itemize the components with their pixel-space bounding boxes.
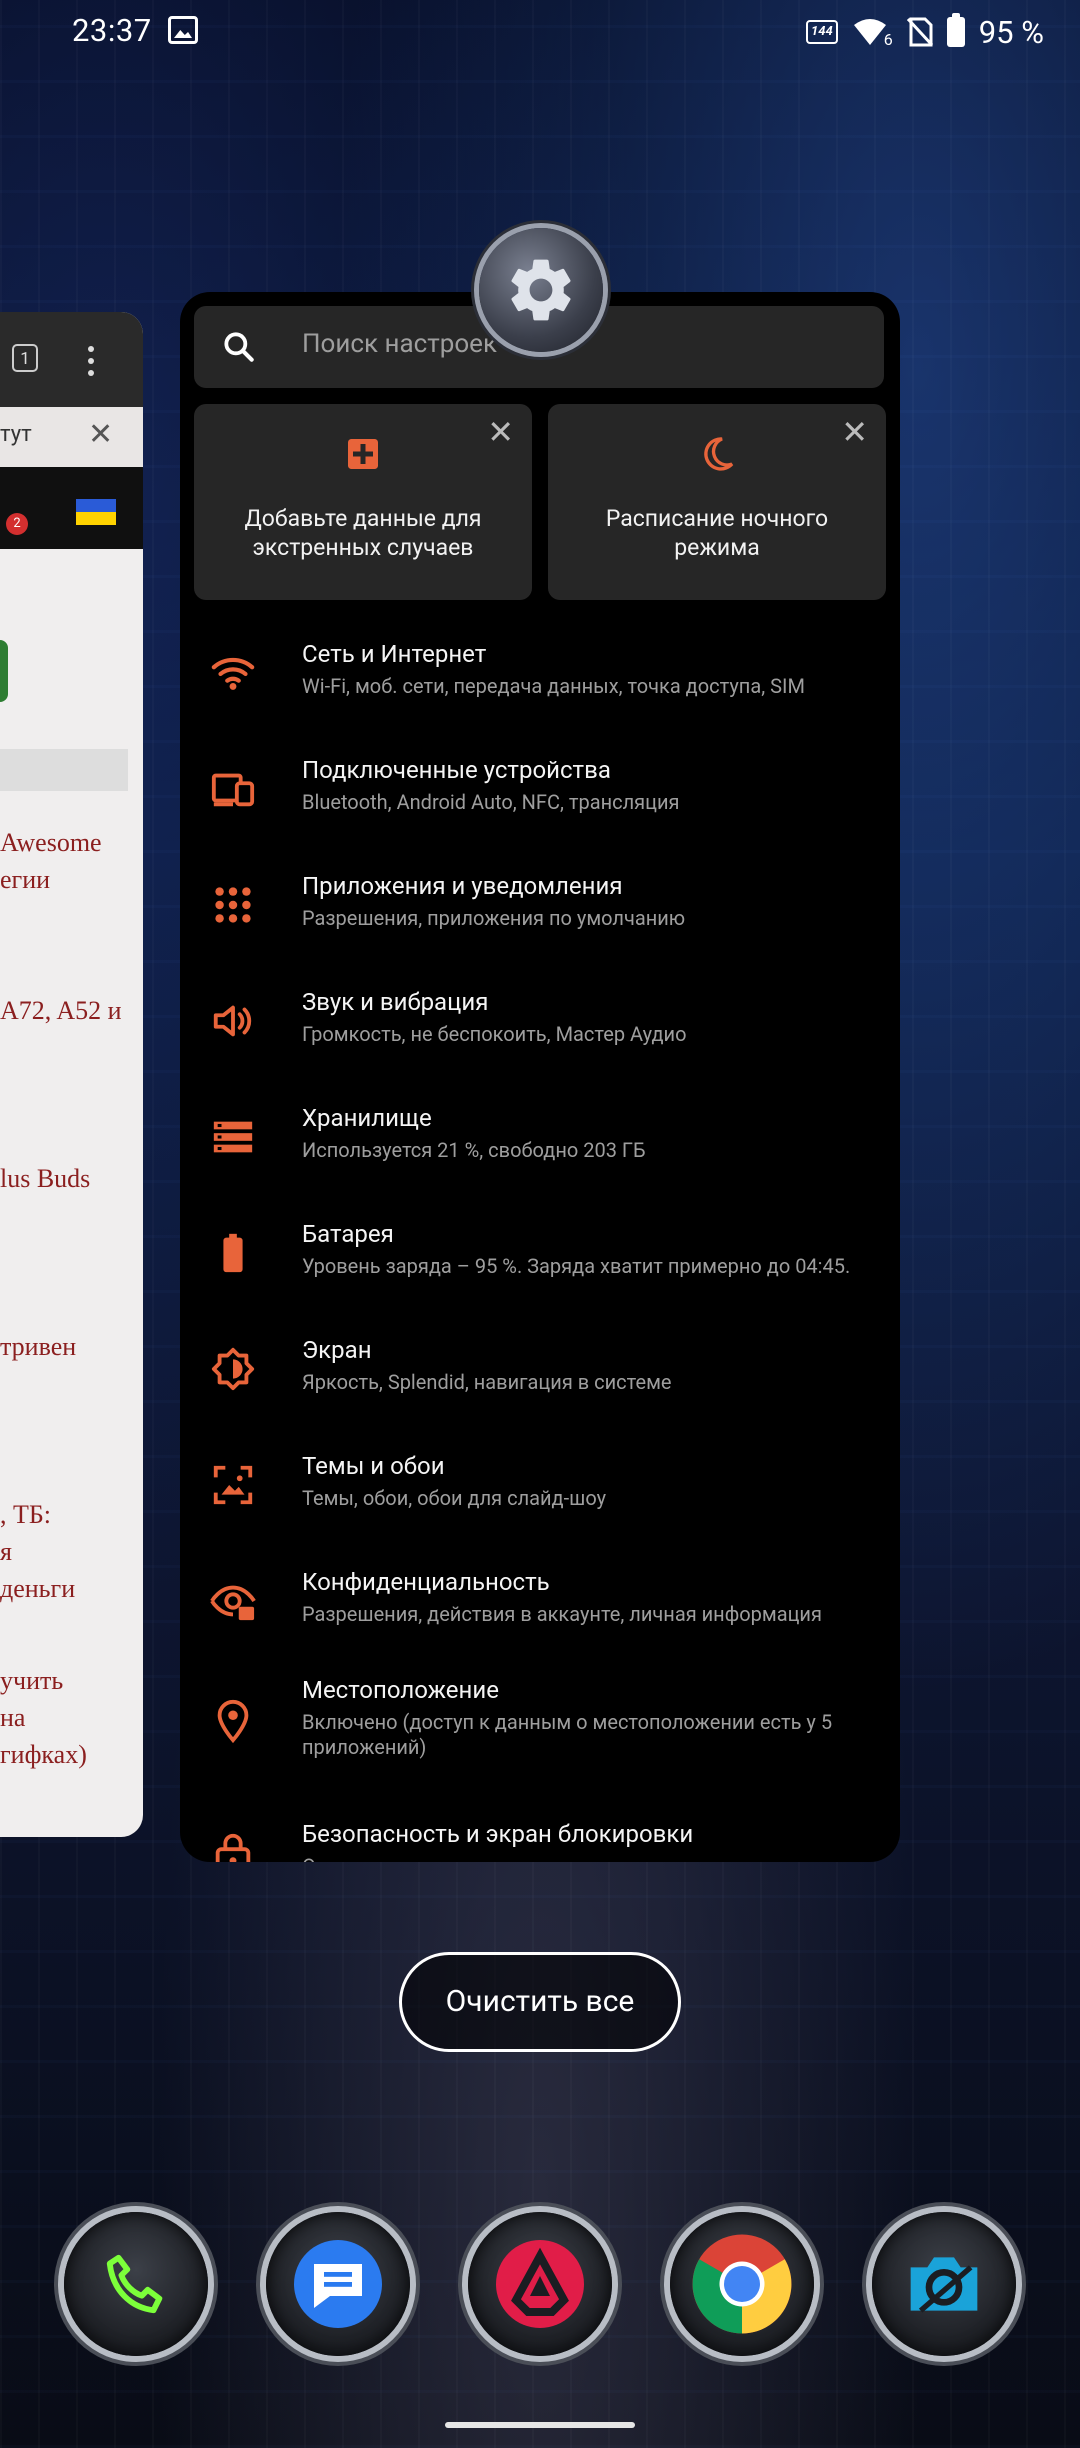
item-title: Сеть и Интернет <box>302 640 487 668</box>
item-title: Звук и вибрация <box>302 988 489 1016</box>
item-title: Экран <box>302 1336 372 1364</box>
settings-item-sound[interactable]: Звук и вибрация Громкость, не беспокоить… <box>180 980 900 1090</box>
medical-cross-icon <box>348 439 378 469</box>
item-subtitle: Громкость, не беспокоить, Мастер Аудио <box>302 1022 687 1046</box>
apps-grid-icon <box>215 887 251 923</box>
search-placeholder: Поиск настроек <box>302 329 498 359</box>
article-snippet[interactable]: , ТБ: <box>0 1496 51 1533</box>
network-type: 6 <box>883 29 893 49</box>
item-subtitle: Темы, обои, обои для слайд-шоу <box>302 1486 607 1510</box>
refresh-rate-icon: 144 <box>806 20 838 44</box>
site-header: 2 <box>0 467 143 549</box>
settings-app-icon[interactable] <box>479 228 603 352</box>
item-subtitle: Яркость, Splendid, навигация в системе <box>302 1370 672 1394</box>
more-menu-icon[interactable] <box>88 346 94 376</box>
devices-icon <box>211 773 255 807</box>
article-snippet[interactable]: гифках) <box>0 1736 87 1773</box>
signal-off-icon <box>906 17 933 47</box>
battery-icon <box>223 1233 243 1273</box>
item-subtitle: Разрешения, действия в аккаунте, личная … <box>302 1602 822 1626</box>
item-subtitle: Отпечатки пальцев, распознавание лиц <box>302 1854 887 1862</box>
settings-item-location[interactable]: Местоположение Включено (доступ к данным… <box>180 1676 900 1816</box>
privacy-eye-icon <box>210 1585 256 1621</box>
messages-icon[interactable] <box>266 2212 410 2356</box>
settings-item-privacy[interactable]: Конфиденциальность Разрешения, действия … <box>180 1560 900 1670</box>
phone-icon[interactable] <box>64 2212 208 2356</box>
settings-item-themes[interactable]: Темы и обои Темы, обои, обои для слайд-ш… <box>180 1444 900 1554</box>
suggestion-text: Расписание ночного режима <box>605 505 829 561</box>
article-snippet[interactable]: A72, A52 и <box>0 992 122 1029</box>
settings-item-network[interactable]: Сеть и Интернет Wi-Fi, моб. сети, переда… <box>180 632 900 742</box>
gear-icon <box>511 259 571 321</box>
browser-tab-title: тут <box>0 422 32 447</box>
suggestion-night-schedule[interactable]: ✕ Расписание ночного режима <box>548 404 886 600</box>
settings-item-battery[interactable]: Батарея Уровень заряда – 95 %. Заряда хв… <box>180 1212 900 1322</box>
settings-item-storage[interactable]: Хранилище Используется 21 %, свободно 20… <box>180 1096 900 1206</box>
tab-count-icon[interactable]: 1 <box>12 344 38 372</box>
item-subtitle: Уровень заряда – 95 %. Заряда хватит при… <box>302 1254 851 1278</box>
article-snippet[interactable]: lus Buds <box>0 1160 90 1197</box>
moon-icon <box>704 437 734 471</box>
item-subtitle: Wi-Fi, моб. сети, передача данных, точка… <box>302 674 805 698</box>
item-title: Темы и обои <box>302 1452 445 1480</box>
settings-item-apps[interactable]: Приложения и уведомления Разрешения, при… <box>180 864 900 974</box>
item-subtitle: Включено (доступ к данным о местоположен… <box>302 1710 833 1759</box>
chrome-icon[interactable] <box>670 2212 814 2356</box>
article-snippet[interactable]: Awesome <box>0 824 102 861</box>
item-title: Подключенные устройства <box>302 756 611 784</box>
notification-badge: 2 <box>6 513 28 535</box>
item-title: Приложения и уведомления <box>302 872 623 900</box>
gesture-home-bar[interactable] <box>445 2422 635 2428</box>
storage-icon <box>213 1121 253 1153</box>
item-subtitle: Разрешения, приложения по умолчанию <box>302 906 686 930</box>
clear-all-button[interactable]: Очистить все <box>399 1952 681 2052</box>
status-time: 23:37 <box>72 12 152 49</box>
article-snippet[interactable]: я <box>0 1533 12 1570</box>
battery-status-icon <box>946 13 965 47</box>
dismiss-suggestion-icon[interactable]: ✕ <box>841 416 868 448</box>
wallpaper-icon <box>213 1465 253 1505</box>
location-pin-icon <box>217 1699 249 1744</box>
item-title: Безопасность и экран блокировки <box>302 1820 694 1848</box>
item-title: Батарея <box>302 1220 394 1248</box>
item-subtitle: Bluetooth, Android Auto, NFC, трансляция <box>302 790 680 814</box>
wifi-icon <box>211 657 255 690</box>
wifi-signal-icon <box>853 19 886 45</box>
dismiss-suggestion-icon[interactable]: ✕ <box>487 416 514 448</box>
recent-app-card-browser[interactable]: 1 тут ✕ 2 Awesome егии A72, A52 и lus Bu… <box>0 312 143 1837</box>
article-snippet[interactable]: егии <box>0 861 50 898</box>
item-subtitle: Используется 21 %, свободно 203 ГБ <box>302 1138 646 1162</box>
gallery-notification-icon <box>168 16 198 44</box>
article-snippet[interactable]: учить <box>0 1662 63 1699</box>
item-title: Местоположение <box>302 1676 499 1704</box>
status-indicators: 144 6 95 % <box>806 12 1044 52</box>
suggestion-emergency-info[interactable]: ✕ Добавьте данные для экстренных случаев <box>194 404 532 600</box>
grey-divider <box>0 749 128 791</box>
lock-icon <box>215 1833 251 1862</box>
item-title: Хранилище <box>302 1104 432 1132</box>
settings-item-security[interactable]: Безопасность и экран блокировки Отпечатк… <box>180 1812 900 1862</box>
browser-tab[interactable]: тут ✕ <box>0 407 143 467</box>
article-snippet[interactable]: тривен <box>0 1328 76 1365</box>
ukraine-flag-icon <box>76 499 116 525</box>
brightness-icon <box>211 1347 255 1391</box>
article-snippet[interactable]: на <box>0 1699 25 1736</box>
recent-app-card-settings[interactable]: Поиск настроек ✕ Добавьте данные для экс… <box>180 292 900 1862</box>
browser-toolbar: 1 <box>0 312 143 407</box>
tab-close-icon[interactable]: ✕ <box>88 417 113 452</box>
armoury-crate-icon[interactable] <box>468 2212 612 2356</box>
settings-item-display[interactable]: Экран Яркость, Splendid, навигация в сис… <box>180 1328 900 1438</box>
settings-item-connected-devices[interactable]: Подключенные устройства Bluetooth, Andro… <box>180 748 900 858</box>
article-snippet[interactable]: деньги <box>0 1570 75 1607</box>
search-icon <box>224 332 254 362</box>
item-title: Конфиденциальность <box>302 1568 550 1596</box>
speaker-icon <box>213 1005 252 1037</box>
status-bar: 23:37 144 6 95 % <box>0 0 1080 64</box>
camera-icon[interactable] <box>872 2212 1016 2356</box>
battery-percent: 95 % <box>978 13 1044 51</box>
suggestion-text: Добавьте данные для экстренных случаев <box>244 505 482 561</box>
green-button-edge <box>0 640 8 702</box>
